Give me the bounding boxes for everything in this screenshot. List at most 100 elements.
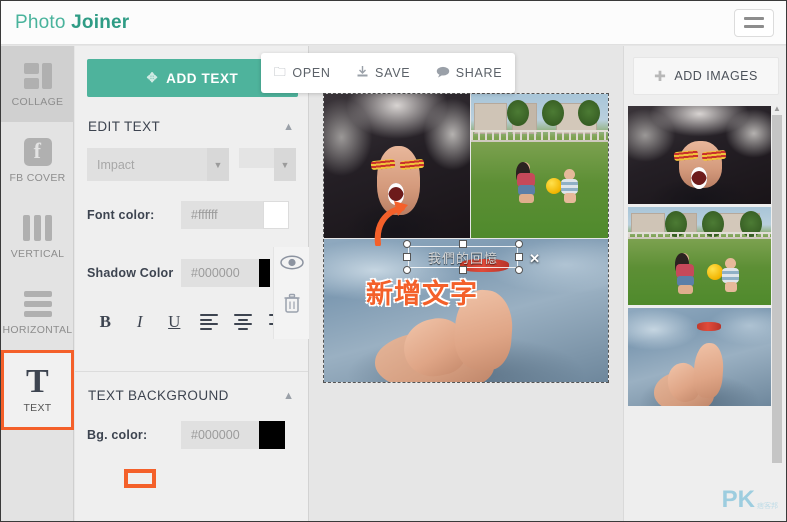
canvas-area: 我們的回憶 ✕ 新增文字 ❯ (310, 46, 640, 521)
font-size-select[interactable]: ▼ (239, 148, 296, 181)
edit-text-title: EDIT TEXT (88, 119, 161, 134)
add-text-button-label: ADD TEXT (166, 70, 239, 86)
sidebar-item-horizontal[interactable]: HORIZONTAL (1, 274, 74, 350)
hamburger-icon[interactable] (734, 8, 774, 37)
sidebar-item-label: HORIZONTAL (2, 323, 73, 336)
watermark-main: PK (721, 486, 755, 513)
save-button-label: SAVE (375, 66, 411, 80)
underline-button[interactable]: U (157, 309, 192, 335)
thumbnail-scream-hair[interactable] (628, 106, 771, 204)
caret-up-icon[interactable]: ▲ (283, 121, 294, 133)
sidebar-item-label: FB COVER (9, 171, 66, 184)
bg-color-value: #000000 (191, 428, 240, 442)
plus-icon: ✚ (654, 67, 667, 84)
align-left-icon (199, 314, 218, 330)
selected-text-object[interactable]: 我們的回憶 ✕ (403, 240, 540, 274)
collage-icon (23, 61, 52, 91)
resize-handle-top-center[interactable] (459, 240, 467, 248)
bg-color-label: Bg. color: (87, 428, 148, 442)
horizontal-rows-icon (23, 289, 52, 319)
resize-handle-middle-right[interactable] (515, 253, 523, 261)
watermark-sub: 痞客邦 (757, 503, 778, 510)
align-center-icon (234, 314, 253, 330)
open-button[interactable]: 🗀 OPEN (274, 63, 331, 84)
resize-handle-bottom-center[interactable] (459, 266, 467, 274)
file-menu-bar: 🗀 OPEN SAVE SHARE (261, 53, 515, 93)
move-arrows-icon: ✥ (146, 70, 159, 85)
font-color-input[interactable]: #ffffff (181, 201, 263, 229)
align-left-button[interactable] (192, 309, 227, 335)
save-button[interactable]: SAVE (356, 65, 410, 81)
italic-button[interactable]: I (123, 309, 158, 335)
text-object-value[interactable]: 我們的回憶 (408, 246, 518, 268)
font-row: Impact ▼ ▼ (75, 148, 308, 181)
font-color-label: Font color: (87, 208, 155, 222)
thumbnail-baby-feet[interactable] (628, 308, 771, 406)
photo-scream-hair[interactable] (324, 94, 470, 238)
align-center-button[interactable] (226, 309, 261, 335)
resize-handle-bottom-right[interactable] (515, 266, 523, 274)
sidebar-item-vertical[interactable]: VERTICAL (1, 198, 74, 274)
bg-color-row: Bg. color: #000000 (75, 421, 308, 449)
font-color-row: Font color: #ffffff (75, 201, 308, 229)
panel-divider (75, 371, 308, 372)
brand-second-word: Joiner (71, 11, 130, 33)
caret-up-icon[interactable]: ▲ (772, 104, 782, 113)
font-family-select[interactable]: Impact ▼ (87, 148, 229, 181)
share-button-label: SHARE (455, 66, 503, 80)
text-t-icon: T (26, 362, 49, 400)
add-images-button-label: ADD IMAGES (674, 69, 758, 83)
resize-handle-top-left[interactable] (403, 240, 411, 248)
resize-handle-top-right[interactable] (515, 240, 523, 248)
thumbnail-list (628, 106, 776, 471)
chevron-down-icon: ▼ (207, 148, 229, 181)
resize-handle-middle-left[interactable] (403, 253, 411, 261)
chevron-down-icon: ▼ (274, 148, 296, 181)
close-x-icon[interactable]: ✕ (529, 251, 540, 267)
font-color-value: #ffffff (191, 208, 218, 222)
share-button[interactable]: SHARE (436, 66, 503, 81)
scrollbar-thumb[interactable] (772, 115, 782, 463)
trash-icon[interactable] (283, 293, 301, 319)
photo-joiner-app: Photo Joiner COLLAGE f FB COVER VERTICAL (0, 0, 787, 522)
folder-icon: 🗀 (273, 64, 287, 79)
hamburger-line (744, 25, 764, 28)
sidebar-item-label: TEXT (23, 401, 52, 414)
shadow-color-value: #000000 (191, 266, 240, 280)
facebook-icon: f (23, 137, 52, 167)
bold-button[interactable]: B (88, 309, 123, 335)
sidebar-item-text[interactable]: T TEXT (1, 350, 74, 430)
hamburger-line (744, 17, 764, 20)
text-background-section-header[interactable]: TEXT BACKGROUND ▲ (75, 388, 308, 403)
bg-color-swatch[interactable] (259, 421, 285, 449)
shadow-color-swatch[interactable] (259, 259, 270, 287)
sidebar-item-label: COLLAGE (11, 95, 64, 108)
sidebar-item-fb-cover[interactable]: f FB COVER (1, 122, 74, 198)
images-panel: ✚ ADD IMAGES ▲ PK 痞客邦 (623, 46, 786, 521)
collage-canvas[interactable]: 我們的回憶 ✕ 新增文字 ❯ (323, 93, 640, 383)
add-images-button[interactable]: ✚ ADD IMAGES (633, 57, 779, 95)
vertical-columns-icon (23, 213, 52, 243)
thumbnail-scrollbar[interactable]: ▲ (772, 104, 782, 463)
photo-park-mother-child[interactable] (471, 94, 608, 238)
shadow-color-input[interactable]: #000000 (181, 259, 259, 287)
object-tools (273, 247, 309, 339)
watermark-logo: PK 痞客邦 (721, 486, 778, 513)
brand-first-word: Photo (15, 11, 72, 33)
mode-sidebar: COLLAGE f FB COVER VERTICAL HORIZONTAL T… (1, 46, 74, 521)
sidebar-item-label: VERTICAL (10, 247, 65, 260)
shadow-color-label: Shadow Color (87, 266, 174, 280)
open-button-label: OPEN (292, 66, 331, 80)
app-logo: Photo Joiner (15, 12, 129, 34)
app-header: Photo Joiner (1, 1, 786, 45)
download-icon (356, 65, 369, 81)
caret-up-icon[interactable]: ▲ (283, 390, 294, 402)
font-family-value: Impact (97, 157, 135, 172)
resize-handle-bottom-left[interactable] (403, 266, 411, 274)
bg-color-input[interactable]: #000000 (181, 421, 259, 449)
thumbnail-park-mother-child[interactable] (628, 207, 771, 305)
font-color-swatch[interactable] (263, 201, 289, 229)
edit-text-section-header[interactable]: EDIT TEXT ▲ (75, 119, 308, 134)
eye-icon[interactable] (279, 255, 304, 275)
sidebar-item-collage[interactable]: COLLAGE (1, 46, 74, 122)
